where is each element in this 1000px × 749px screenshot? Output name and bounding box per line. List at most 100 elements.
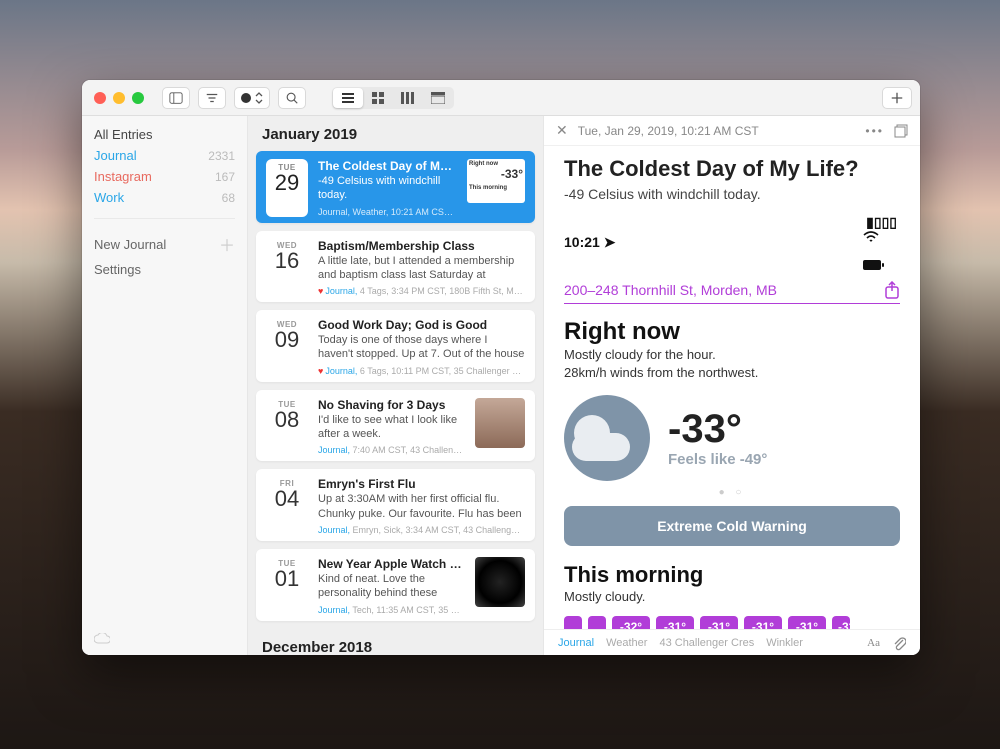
count: 68 [222,191,235,205]
heart-icon: ♥ [318,286,323,296]
wifi-icon [863,231,900,243]
detail-date: Tue, Jan 29, 2019, 10:21 AM CST [578,124,856,138]
column-view-button[interactable] [393,88,423,108]
open-window-button[interactable] [894,124,908,138]
sidebar-all-entries[interactable]: All Entries [82,124,247,145]
entry-preview: I'd like to see what I look like after a… [318,413,465,442]
entry-title: Baptism/Membership Class [318,239,525,253]
heart-icon: ♥ [318,366,323,376]
entry-preview: Today is one of those days where I haven… [318,333,525,362]
search-button[interactable] [278,87,306,109]
count: 2331 [208,149,235,163]
settings-button[interactable]: Settings [82,259,247,280]
more-button[interactable]: ••• [865,124,884,138]
month-header: January 2019 [248,116,543,151]
footer-tag[interactable]: 43 Challenger Cres [659,637,754,649]
label: Work [94,190,124,205]
list-item[interactable]: WED16 Baptism/Membership Class A little … [256,231,535,303]
list-item[interactable]: WED09 Good Work Day; God is Good Today i… [256,310,535,382]
new-entry-button[interactable] [882,87,912,109]
entry-title: No Shaving for 3 Days [318,398,465,412]
font-button[interactable]: Aa [867,637,880,649]
entry-thumbnail [475,398,525,448]
footer-tag[interactable]: Winkler [766,637,803,649]
list-item[interactable]: FRI04 Emryn's First Flu Up at 3:30AM wit… [256,469,535,541]
minimize-window-button[interactable] [113,92,125,104]
list-view-button[interactable] [333,88,363,108]
sidebar-item-journal[interactable]: Journal2331 [82,145,247,166]
signal-icon: ▮▯▯▯ [866,214,897,230]
feels-like: Feels like -49° [668,451,767,468]
weather-warning[interactable]: Extreme Cold Warning [564,506,900,546]
detail-footer: Journal Weather 43 Challenger Cres Winkl… [544,629,920,655]
titlebar [82,80,920,116]
battery-icon [863,259,900,271]
entry-selected[interactable]: TUE29 The Coldest Day of My Life? -49 Ce… [256,151,535,223]
sidebar: All Entries Journal2331 Instagram 167 Wor… [82,116,248,655]
new-journal-button[interactable]: New Journal ＋ [82,229,247,259]
count: 167 [215,170,235,184]
month-header: December 2018 [248,629,543,655]
share-button[interactable] [884,281,900,299]
phone-statusbar: 10:21 ➤ ▮▯▯▯ [564,214,900,271]
footer-tag[interactable]: Journal [558,637,594,649]
journal-picker-button[interactable] [234,87,270,109]
sidebar-item-work[interactable]: Work 68 [82,187,247,208]
hour-block: -31° [744,616,782,629]
attachment-button[interactable] [892,635,906,651]
cloudy-icon [564,395,650,481]
conditions-line: Mostly cloudy for the hour. [564,346,900,364]
entry-tag: Journal, [318,207,350,217]
footer-tag[interactable]: Weather [606,637,647,649]
entry-thumbnail [475,557,525,607]
hour-block: -31° [656,616,694,629]
sync-icon [94,633,110,645]
zoom-window-button[interactable] [132,92,144,104]
entry-title: New Year Apple Watch Notification [318,557,465,571]
list-item[interactable]: TUE08 No Shaving for 3 Days I'd like to … [256,390,535,462]
entry-thumbnail: Right now -33° This morning [467,159,525,203]
location-icon: ➤ [604,234,616,250]
hour-block [588,616,606,629]
calendar-view-button[interactable] [423,88,453,108]
plus-icon: ＋ [219,232,235,256]
entry-meta: Weather, 10:21 AM CST, 43 Challenger … [353,207,457,217]
day-of-month: 29 [268,172,306,194]
entry-preview: A little late, but I attended a membersh… [318,254,525,283]
sidebar-toggle-button[interactable] [162,87,190,109]
address-link[interactable]: 200–248 Thornhill St, Morden, MB [564,282,777,298]
entry-preview: Kind of neat. Love the personality behin… [318,572,465,601]
entry-title: Good Work Day; God is Good [318,318,525,332]
label: All Entries [94,127,153,142]
sidebar-item-instagram[interactable]: Instagram 167 [82,166,247,187]
list-item[interactable]: TUE01 New Year Apple Watch Notification … [256,549,535,621]
filter-button[interactable] [198,87,226,109]
temperature: -33° [668,409,767,449]
label: New Journal [94,237,166,252]
close-detail-button[interactable]: ✕ [556,122,568,139]
journal-color-icon [241,93,251,103]
hourly-forecast: -32° -31° -31° -31° -31° -32° [564,616,900,629]
entry-preview: Up at 3:30AM with her first official flu… [318,492,525,521]
right-now-heading: Right now [564,318,900,346]
close-window-button[interactable] [94,92,106,104]
hour-block: -32° [832,616,850,629]
app-window: All Entries Journal2331 Instagram167 Wor… [82,80,920,655]
entry-list: January 2019 TUE29 The Coldest Day of My… [248,116,544,655]
entry-title: The Coldest Day of My Life? [318,159,457,173]
entry-preview: -49 Celsius with windchill today. [318,174,457,203]
grid-view-button[interactable] [363,88,393,108]
label: Settings [94,262,141,277]
hour-block [564,616,582,629]
detail-toolbar: ✕ Tue, Jan 29, 2019, 10:21 AM CST ••• [544,116,920,146]
detail-pane: ✕ Tue, Jan 29, 2019, 10:21 AM CST ••• Th… [544,116,920,655]
phone-time: 10:21 [564,234,600,250]
hour-block: -31° [788,616,826,629]
entry-title: Emryn's First Flu [318,477,525,491]
label: Instagram [94,169,152,184]
entry-subtitle: -49 Celsius with windchill today. [564,186,900,202]
this-morning-heading: This morning [564,562,900,588]
hour-block: -31° [700,616,738,629]
hour-block: -32° [612,616,650,629]
wind-line: 28km/h winds from the northwest. [564,364,900,382]
